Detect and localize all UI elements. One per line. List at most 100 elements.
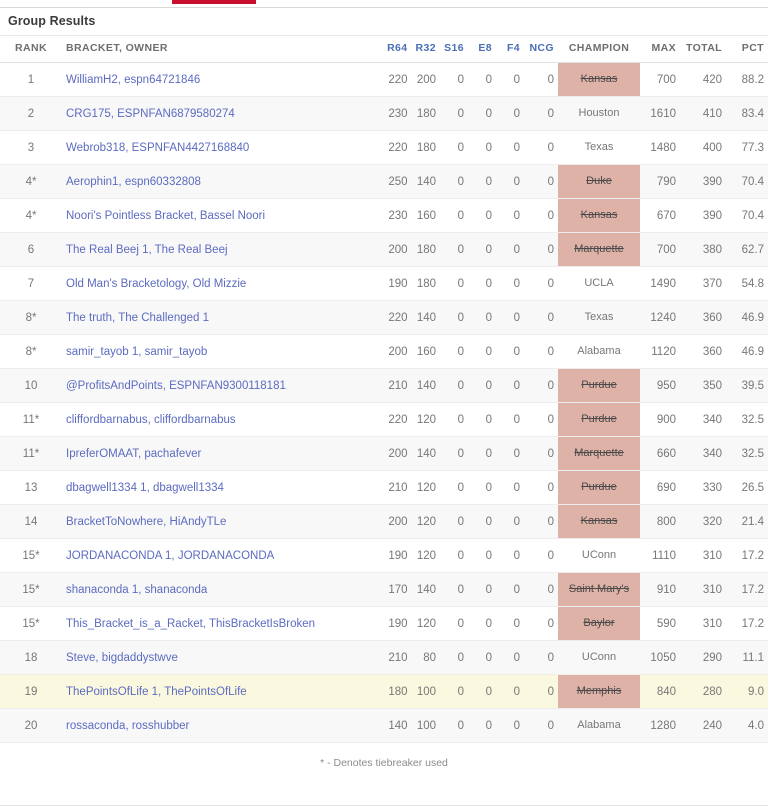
column-header-max[interactable]: MAX xyxy=(640,35,680,63)
cell-f4: 0 xyxy=(496,130,524,165)
cell-ncg: 0 xyxy=(524,130,558,165)
column-header-f4[interactable]: F4 xyxy=(496,35,524,63)
table-row[interactable]: 10 @ProfitsAndPoints, ESPNFAN9300118181 21… xyxy=(0,368,768,403)
column-header-ncg[interactable]: NCG xyxy=(524,35,558,63)
cell-r64: 220 xyxy=(383,130,412,165)
cell-champion-eliminated: Baylor xyxy=(558,606,640,641)
cell-f4: 0 xyxy=(496,300,524,335)
table-row[interactable]: 18 Steve, bigdaddystwve 210 80 0 0 0 0 UConn 1050… xyxy=(0,640,768,675)
bracket-owner-link[interactable]: This_Bracket_is_a_Racket, ThisBracketIsB… xyxy=(66,618,315,630)
bracket-owner-link[interactable]: Old Man's Bracketology, Old Mizzie xyxy=(66,278,246,290)
cell-max: 950 xyxy=(640,368,680,403)
cell-r64: 220 xyxy=(383,402,412,437)
cell-max: 1480 xyxy=(640,130,680,165)
table-row[interactable]: 4* Aerophin1, espn60332808 250 140 0 0 0 0 Duke 7… xyxy=(0,164,768,199)
cell-s16: 0 xyxy=(440,198,468,233)
cell-total: 310 xyxy=(680,606,726,641)
table-row[interactable]: 19 ThePointsOfLife 1, ThePointsOfLife 180 1… xyxy=(0,674,768,709)
cell-f4: 0 xyxy=(496,572,524,607)
column-header-r64[interactable]: R64 xyxy=(383,35,412,63)
cell-s16: 0 xyxy=(440,572,468,607)
champion-name: UConn xyxy=(581,651,617,663)
bracket-owner-link[interactable]: Noori's Pointless Bracket, Bassel Noori xyxy=(66,210,265,222)
champion-name: UCLA xyxy=(584,277,614,289)
cell-s16: 0 xyxy=(440,96,468,131)
column-header-total[interactable]: TOTAL xyxy=(680,35,726,63)
cell-r64: 210 xyxy=(383,640,412,675)
cell-bracket-owner: ThePointsOfLife 1, ThePointsOfLife xyxy=(62,674,384,709)
table-row[interactable]: 1 WilliamH2, espn64721846 220 200 0 0 0 0 Kansas… xyxy=(0,62,768,97)
cell-e8: 0 xyxy=(468,606,496,641)
table-row[interactable]: 11* IpreferOMAAT, pachafever 200 140 0 0 0 0 Mar… xyxy=(0,436,768,471)
table-row[interactable]: 15* JORDANACONDA 1, JORDANACONDA 190 120 0 0 0… xyxy=(0,538,768,573)
cell-s16: 0 xyxy=(440,402,468,437)
cell-r32: 160 xyxy=(411,334,440,369)
column-header-rank[interactable]: RANK xyxy=(0,35,62,63)
bracket-owner-link[interactable]: IpreferOMAAT, pachafever xyxy=(66,448,201,460)
column-header-e8[interactable]: E8 xyxy=(468,35,496,63)
cell-f4: 0 xyxy=(496,538,524,573)
table-row[interactable]: 7 Old Man's Bracketology, Old Mizzie 190 18… xyxy=(0,266,768,301)
bracket-owner-link[interactable]: samir_tayob 1, samir_tayob xyxy=(66,346,207,358)
bracket-owner-link[interactable]: The Real Beej 1, The Real Beej xyxy=(66,244,228,256)
bracket-owner-link[interactable]: cliffordbarnabus, cliffordbarnabus xyxy=(66,414,236,426)
table-row[interactable]: 13 dbagwell1334 1, dbagwell1334 210 120 0 0 0 0… xyxy=(0,470,768,505)
column-header-pct[interactable]: PCT xyxy=(726,35,768,63)
cell-pct: 46.9 xyxy=(726,334,768,369)
cell-e8: 0 xyxy=(468,266,496,301)
cell-pct: 9.0 xyxy=(726,674,768,709)
cell-r32: 180 xyxy=(411,130,440,165)
cell-r64: 200 xyxy=(383,504,412,539)
bracket-owner-link[interactable]: @ProfitsAndPoints, ESPNFAN9300118181 xyxy=(66,380,286,392)
cell-r64: 210 xyxy=(383,368,412,403)
bracket-owner-link[interactable]: Webrob318, ESPNFAN4427168840 xyxy=(66,142,249,154)
table-row[interactable]: 15* shanaconda 1, shanaconda 170 140 0 0 0 0 Sai… xyxy=(0,572,768,607)
column-header-owner[interactable]: BRACKET, OWNER xyxy=(62,35,384,63)
table-row[interactable]: 11* cliffordbarnabus, cliffordbarnabus 220… xyxy=(0,402,768,437)
cell-bracket-owner: The Real Beej 1, The Real Beej xyxy=(62,232,384,267)
cell-s16: 0 xyxy=(440,368,468,403)
cell-ncg: 0 xyxy=(524,708,558,743)
cell-e8: 0 xyxy=(468,96,496,131)
cell-total: 280 xyxy=(680,674,726,709)
cell-r64: 250 xyxy=(383,164,412,199)
cell-total: 290 xyxy=(680,640,726,675)
table-row[interactable]: 14 BracketToNowhere, HiAndyTLe 200 120 0 0 0 0 K… xyxy=(0,504,768,539)
bracket-owner-link[interactable]: BracketToNowhere, HiAndyTLe xyxy=(66,516,226,528)
table-row[interactable]: 8* samir_tayob 1, samir_tayob 200 160 0 0 0 0 Al… xyxy=(0,334,768,369)
bracket-owner-link[interactable]: WilliamH2, espn64721846 xyxy=(66,74,200,86)
column-header-s16[interactable]: S16 xyxy=(440,35,468,63)
table-row[interactable]: 8* The truth, The Challenged 1 220 140 0 0 0 0 T… xyxy=(0,300,768,335)
bracket-owner-link[interactable]: Steve, bigdaddystwve xyxy=(66,652,178,664)
column-header-r32[interactable]: R32 xyxy=(411,35,440,63)
table-row[interactable]: 20 rossaconda, rosshubber 140 100 0 0 0 0 Alabam… xyxy=(0,708,768,743)
table-row[interactable]: 2 CRG175, ESPNFAN6879580274 230 180 0 0 0 0 Hous… xyxy=(0,96,768,131)
table-row[interactable]: 3 Webrob318, ESPNFAN4427168840 220 180 0 0 0 0 T… xyxy=(0,130,768,165)
cell-pct: 32.5 xyxy=(726,436,768,471)
cell-e8: 0 xyxy=(468,470,496,505)
cell-r32: 140 xyxy=(411,164,440,199)
bracket-owner-link[interactable]: ThePointsOfLife 1, ThePointsOfLife xyxy=(66,686,247,698)
bracket-owner-link[interactable]: CRG175, ESPNFAN6879580274 xyxy=(66,108,235,120)
tiebreaker-footnote: * - Denotes tiebreaker used xyxy=(320,757,448,769)
table-row[interactable]: 4* Noori's Pointless Bracket, Bassel Noor… xyxy=(0,198,768,233)
bracket-owner-link[interactable]: dbagwell1334 1, dbagwell1334 xyxy=(66,482,224,494)
cell-max: 1120 xyxy=(640,334,680,369)
cell-total: 360 xyxy=(680,334,726,369)
cell-champion-eliminated: Purdue xyxy=(558,402,640,437)
table-row[interactable]: 6 The Real Beej 1, The Real Beej 200 180 0 0 0… xyxy=(0,232,768,267)
bracket-owner-link[interactable]: shanaconda 1, shanaconda xyxy=(66,584,207,596)
bracket-owner-link[interactable]: Aerophin1, espn60332808 xyxy=(66,176,201,188)
cell-s16: 0 xyxy=(440,606,468,641)
table-row[interactable]: 15* This_Bracket_is_a_Racket, ThisBracket… xyxy=(0,606,768,641)
cell-total: 360 xyxy=(680,300,726,335)
bracket-owner-link[interactable]: JORDANACONDA 1, JORDANACONDA xyxy=(66,550,274,562)
cell-champion: UConn xyxy=(558,538,640,573)
cell-e8: 0 xyxy=(468,198,496,233)
cell-max: 800 xyxy=(640,504,680,539)
bracket-owner-link[interactable]: rossaconda, rosshubber xyxy=(66,720,189,732)
cell-rank: 14 xyxy=(0,504,62,539)
bracket-owner-link[interactable]: The truth, The Challenged 1 xyxy=(66,312,209,324)
column-header-champion[interactable]: CHAMPION xyxy=(558,35,640,63)
cell-ncg: 0 xyxy=(524,368,558,403)
